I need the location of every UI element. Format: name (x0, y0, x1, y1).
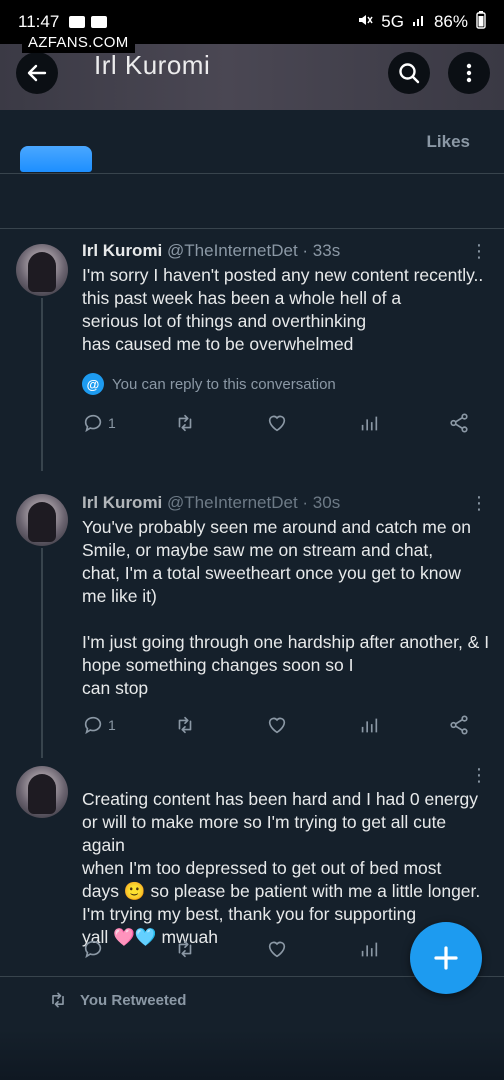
retweet-icon (178, 940, 192, 958)
tweet-author-name[interactable]: Irl Kuromi (82, 493, 162, 512)
tweet-actions: 1 (82, 412, 482, 438)
views-button[interactable] (358, 938, 380, 960)
retweeted-label: You Retweeted (80, 991, 187, 1009)
like-button[interactable] (266, 412, 288, 434)
tab-active-indicator[interactable] (20, 146, 92, 172)
battery-label: 86% (433, 12, 468, 31)
header-title: Irl Kuromi (94, 50, 211, 80)
analytics-icon (361, 416, 378, 431)
next-tweet-peek (0, 1030, 504, 1080)
tab-likes[interactable]: Likes (427, 132, 470, 152)
tweet-header: Irl Kuromi @TheInternetDet · 30s (82, 493, 340, 513)
arrow-left-icon (27, 64, 47, 82)
more-vertical-icon (466, 63, 472, 83)
profile-tabs: Likes (0, 110, 504, 174)
tweet-actions: 1 (82, 714, 482, 740)
notification-icons (69, 16, 108, 28)
reply-icon (84, 940, 102, 959)
reply-count: 1 (108, 717, 116, 733)
like-button[interactable] (266, 714, 288, 736)
search-button[interactable] (388, 52, 430, 94)
views-button[interactable] (358, 412, 380, 434)
retweet-button[interactable] (174, 714, 196, 736)
reply-count: 1 (108, 415, 116, 431)
avatar[interactable] (16, 244, 68, 296)
reply-button[interactable]: 1 (82, 412, 116, 434)
mute-icon (357, 12, 373, 33)
reply-icon (84, 716, 102, 735)
reply-notice-text: You can reply to this conversation (112, 375, 336, 393)
tweet-header: Irl Kuromi @TheInternetDet · 33s (82, 241, 340, 261)
tweet-time: · 33s (302, 241, 341, 260)
battery-icon (476, 10, 486, 34)
heart-icon (268, 717, 286, 734)
thread-dots (41, 455, 43, 471)
like-button[interactable] (266, 938, 288, 960)
compose-button[interactable] (410, 922, 482, 994)
share-icon (450, 413, 468, 433)
share-button[interactable] (448, 412, 470, 434)
heart-icon (268, 941, 286, 958)
tweet-author-handle[interactable]: @TheInternetDet (167, 493, 298, 512)
tweet-more-icon[interactable]: ⋮ (470, 242, 488, 260)
status-right: 5G 86% (357, 10, 486, 34)
network-label: 5G (381, 12, 404, 31)
signal-icon (412, 12, 426, 32)
analytics-icon (361, 718, 378, 733)
reply-notice: @ You can reply to this conversation (82, 373, 336, 395)
share-icon (450, 715, 468, 735)
tweet-author-handle[interactable]: @TheInternetDet (167, 241, 298, 260)
heart-icon (268, 415, 286, 432)
retweet-icon (52, 992, 64, 1008)
thread-line (41, 298, 43, 458)
retweet-icon (178, 716, 192, 734)
thread-line (41, 548, 43, 758)
retweet-button[interactable] (174, 412, 196, 434)
tweet-text: You've probably seen me around and catch… (82, 517, 490, 698)
section-divider (0, 228, 504, 229)
analytics-icon (361, 942, 378, 957)
tweet-time: · 30s (302, 493, 341, 512)
views-button[interactable] (358, 714, 380, 736)
reply-icon (84, 414, 102, 433)
retweeted-indicator: You Retweeted (48, 990, 186, 1010)
share-button[interactable] (448, 714, 470, 736)
tweet-author-name[interactable]: Irl Kuromi (82, 241, 162, 260)
reply-button[interactable] (82, 938, 104, 960)
tweet-more-icon[interactable]: ⋮ (470, 494, 488, 512)
mention-icon: @ (82, 373, 104, 395)
watermark: AZFANS.COM (22, 32, 135, 53)
avatar[interactable] (16, 494, 68, 546)
avatar[interactable] (16, 766, 68, 818)
mail-icon (91, 16, 108, 28)
tweet-more-icon[interactable]: ⋮ (470, 766, 488, 784)
retweet-icon (178, 414, 192, 432)
plus-icon (434, 946, 458, 970)
reply-button[interactable]: 1 (82, 714, 116, 736)
back-button[interactable] (16, 52, 58, 94)
status-time: 11:47 (18, 12, 60, 31)
discord-icon (69, 16, 86, 28)
retweet-button[interactable] (174, 938, 196, 960)
profile-screen: 11:47 5G 86% AZFANS.COM Irl Kuromi Likes… (0, 0, 504, 1080)
search-icon (399, 63, 420, 84)
tweet-text: I'm sorry I haven't posted any new conte… (82, 265, 484, 354)
more-button[interactable] (448, 52, 490, 94)
